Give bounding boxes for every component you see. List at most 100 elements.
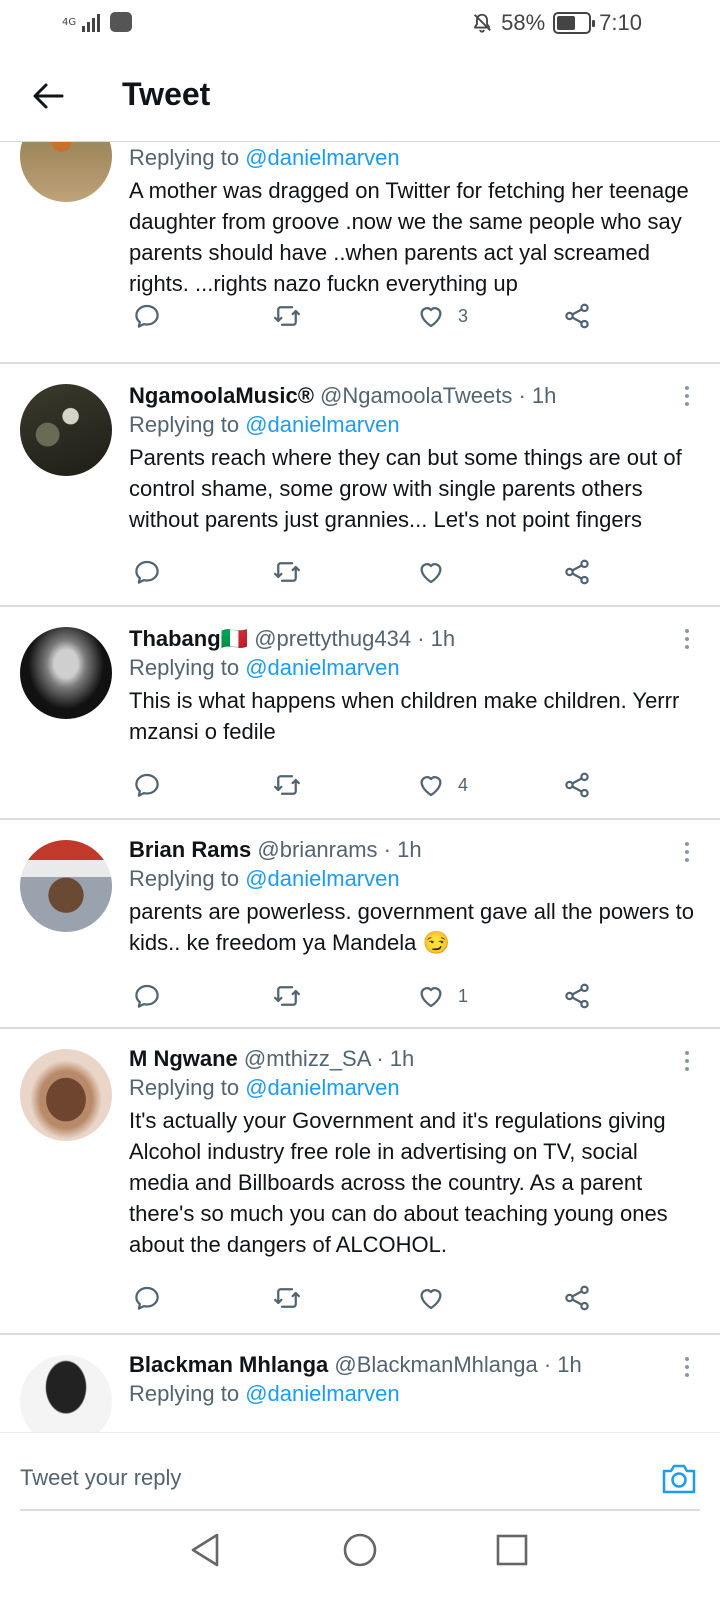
avatar[interactable] [20, 384, 112, 476]
system-nav-bar [0, 1510, 720, 1600]
tweet[interactable]: M Ngwane @mthizz_SA · 1h Replying to @da… [0, 1029, 720, 1335]
tweet[interactable]: Thabang🇮🇹 @prettythug434 · 1h Replying t… [0, 607, 720, 820]
replying-to: Replying to @danielmarven [129, 412, 400, 437]
tweet-text: This is what happens when children make … [129, 688, 680, 744]
timestamp: · 1h [383, 837, 422, 862]
home-circle-icon[interactable] [340, 1530, 380, 1570]
tweet-actions [132, 556, 612, 588]
reply-feed[interactable]: Replying to @danielmarven A mother was d… [0, 142, 720, 1432]
retweet-icon [274, 1288, 300, 1308]
avatar[interactable] [20, 627, 112, 719]
reply-button[interactable] [132, 556, 162, 588]
reply-button[interactable] [132, 1282, 162, 1314]
display-name[interactable]: NgamoolaMusic® [129, 383, 314, 408]
display-name[interactable]: Blackman Mhlanga [129, 1352, 328, 1377]
share-icon [565, 983, 589, 1009]
heart-icon [420, 563, 442, 584]
tweet-body: Blackman Mhlanga @BlackmanMhlanga · 1h R… [129, 1351, 700, 1409]
share-button[interactable] [562, 556, 592, 588]
like-button[interactable] [416, 556, 458, 588]
tweet[interactable]: Replying to @danielmarven A mother was d… [0, 142, 720, 364]
like-button[interactable] [416, 1282, 458, 1314]
reply-input[interactable]: Tweet your reply [20, 1465, 181, 1491]
retweet-icon [274, 986, 300, 1006]
mention-link[interactable]: @danielmarven [245, 655, 399, 680]
replying-to: Replying to @danielmarven [129, 866, 400, 891]
battery-icon [553, 12, 596, 34]
mention-link[interactable]: @danielmarven [245, 145, 399, 170]
retweet-button[interactable] [272, 556, 302, 588]
mention-link[interactable]: @danielmarven [245, 866, 399, 891]
reply-icon [135, 560, 159, 584]
tweet[interactable]: NgamoolaMusic® @NgamoolaTweets · 1h Repl… [0, 364, 720, 607]
reply-button[interactable] [132, 769, 162, 801]
camera-icon[interactable] [660, 1461, 698, 1497]
retweet-button[interactable] [272, 300, 302, 332]
avatar[interactable] [20, 840, 112, 932]
avatar[interactable] [20, 1355, 112, 1432]
avatar[interactable] [20, 1049, 112, 1141]
replying-to: Replying to @danielmarven [129, 655, 400, 680]
retweet-icon [274, 562, 300, 582]
share-button[interactable] [562, 300, 592, 332]
share-icon [565, 1285, 589, 1311]
replying-to: Replying to @danielmarven [129, 1381, 400, 1406]
like-count: 4 [458, 774, 469, 795]
tweet-actions: 1 [132, 980, 612, 1012]
back-triangle-icon[interactable] [186, 1530, 226, 1570]
display-name[interactable]: Brian Rams [129, 837, 251, 862]
user-handle: @BlackmanMhlanga [334, 1352, 538, 1377]
tweet-body: NgamoolaMusic® @NgamoolaTweets · 1h Repl… [129, 382, 700, 535]
user-handle: @NgamoolaTweets [320, 383, 513, 408]
like-button[interactable]: 4 [416, 769, 468, 801]
share-button[interactable] [562, 1282, 592, 1314]
signal-icon [82, 12, 101, 32]
tweet-body: Thabang🇮🇹 @prettythug434 · 1h Replying t… [129, 625, 700, 747]
mention-link[interactable]: @danielmarven [245, 1075, 399, 1100]
tweet[interactable]: Brian Rams @brianrams · 1h Replying to @… [0, 820, 720, 1029]
heart-icon [420, 307, 442, 328]
mention-link[interactable]: @danielmarven [245, 1381, 399, 1406]
share-icon [565, 772, 589, 798]
tweet-text: Parents reach where they can but some th… [129, 445, 682, 532]
retweet-icon [274, 306, 300, 326]
tweet-text: It's actually your Government and it's r… [129, 1108, 668, 1257]
like-count: 1 [458, 985, 469, 1006]
retweet-button[interactable] [272, 980, 302, 1012]
share-icon [565, 559, 589, 585]
mute-icon [474, 13, 492, 33]
mention-link[interactable]: @danielmarven [245, 412, 399, 437]
timestamp: · 1h [518, 383, 557, 408]
tweet-text: A mother was dragged on Twitter for fetc… [129, 178, 689, 296]
tweet-header: NgamoolaMusic® @NgamoolaTweets · 1h [129, 382, 700, 410]
tweet-body: Brian Rams @brianrams · 1h Replying to @… [129, 836, 700, 958]
display-name[interactable]: M Ngwane [129, 1046, 238, 1071]
tweet-actions: 4 [132, 769, 612, 801]
reply-bar: Tweet your reply [0, 1432, 720, 1511]
arrow-left-icon[interactable] [30, 78, 66, 114]
tweet-header: Brian Rams @brianrams · 1h [129, 836, 700, 864]
timestamp: · 1h [417, 626, 456, 651]
reply-button[interactable] [132, 980, 162, 1012]
clock: 7:10 [599, 10, 642, 35]
like-button[interactable]: 1 [416, 980, 468, 1012]
recents-square-icon[interactable] [492, 1530, 532, 1570]
tweet-body: Replying to @danielmarven A mother was d… [129, 143, 700, 299]
network-type: 4G [62, 16, 77, 28]
share-button[interactable] [562, 769, 592, 801]
reply-button[interactable] [132, 300, 162, 332]
like-button[interactable]: 3 [416, 300, 468, 332]
share-button[interactable] [562, 980, 592, 1012]
retweet-button[interactable] [272, 1282, 302, 1314]
heart-icon [420, 987, 442, 1008]
reply-icon [135, 984, 159, 1008]
tweet-body: M Ngwane @mthizz_SA · 1h Replying to @da… [129, 1045, 700, 1260]
retweet-button[interactable] [272, 769, 302, 801]
tweet-header: Thabang🇮🇹 @prettythug434 · 1h [129, 625, 700, 653]
tweet-header: M Ngwane @mthizz_SA · 1h [129, 1045, 700, 1073]
avatar[interactable] [20, 142, 112, 202]
tweet[interactable]: Blackman Mhlanga @BlackmanMhlanga · 1h R… [0, 1335, 720, 1432]
huawei-icon [110, 12, 133, 32]
page-title: Tweet [122, 76, 211, 112]
display-name[interactable]: Thabang🇮🇹 [129, 626, 248, 651]
